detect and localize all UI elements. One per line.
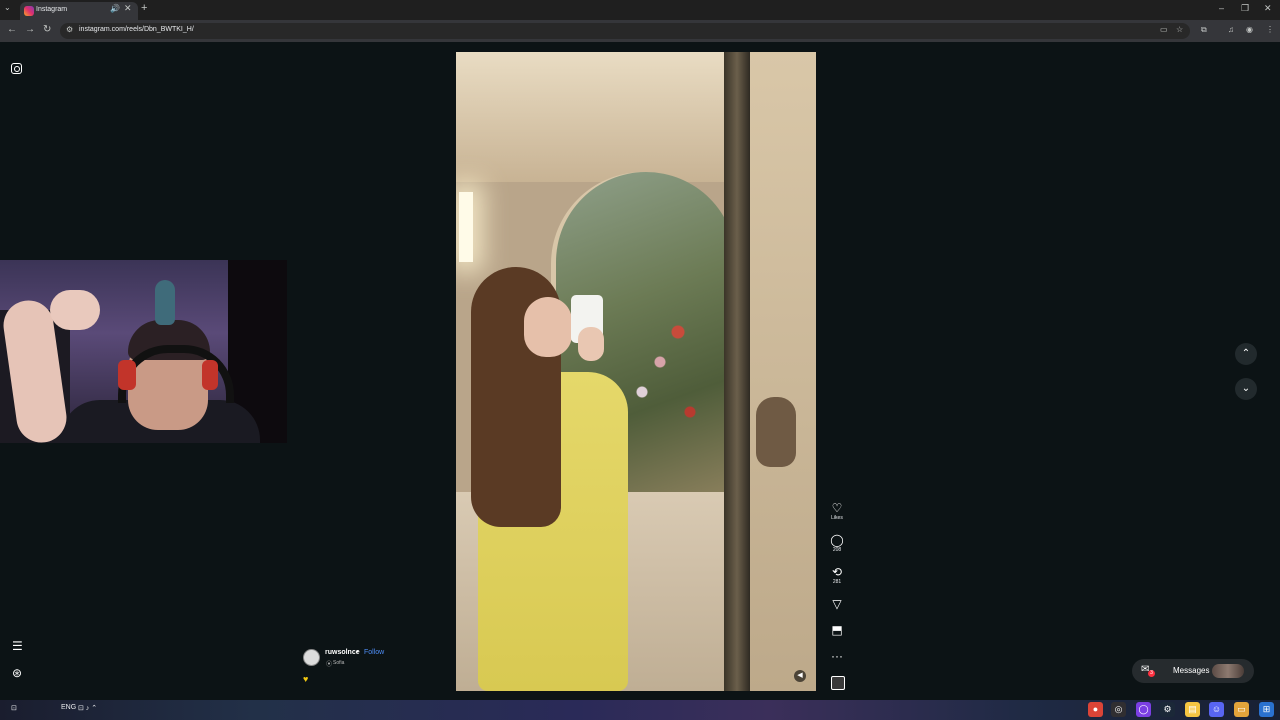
reel-mirror-frame [724, 52, 750, 691]
previous-reel-button[interactable]: ⌃ [1235, 343, 1257, 365]
language-indicator[interactable]: ENG [61, 704, 76, 711]
reel-right-wall [750, 52, 816, 691]
threads-icon[interactable]: ⊛ [12, 666, 22, 680]
bookmark-star-icon[interactable]: ☆ [1176, 25, 1183, 34]
share-button[interactable]: ▽ [826, 598, 848, 611]
reel-wall-lamp [459, 192, 473, 262]
extensions-icon[interactable]: ⧉ [1201, 25, 1207, 35]
repost-button[interactable]: ⟲ 281 [826, 565, 848, 586]
explorer-taskbar-icon[interactable]: ▤ [1185, 702, 1200, 717]
messages-badge: 3 [1148, 670, 1155, 677]
steam-taskbar-icon[interactable]: ⚙ [1160, 702, 1175, 717]
minimize-button[interactable]: – [1219, 3, 1224, 13]
notification-icon[interactable]: ⊡ [11, 704, 17, 712]
speaker-icon[interactable]: 🔊 [110, 4, 120, 13]
webcam-hand [50, 290, 100, 330]
reload-button[interactable]: ↻ [43, 24, 51, 35]
files-taskbar-icon[interactable]: ▭ [1234, 702, 1249, 717]
ellipsis-icon: ··· [831, 649, 843, 663]
heart-icon: ♡ [831, 501, 843, 515]
save-button[interactable]: ⬒ [826, 624, 848, 637]
send-icon: ▽ [832, 597, 842, 611]
headset-earcup-left [118, 360, 136, 390]
tab-search-button[interactable]: ⌄ [4, 3, 11, 12]
next-reel-button[interactable]: ⌄ [1235, 378, 1257, 400]
reposts-count: 281 [832, 579, 842, 585]
author-separator: • [356, 649, 359, 656]
obs-taskbar-icon[interactable]: ◎ [1111, 702, 1126, 717]
comment-icon: ◯ [830, 533, 844, 547]
restore-button[interactable]: ❐ [1241, 3, 1249, 14]
reel-vase [756, 397, 796, 467]
forward-button[interactable]: → [25, 24, 35, 35]
new-tab-button[interactable]: + [141, 2, 147, 14]
reel-face [524, 297, 572, 357]
browser-toolbar: ← → ↻ ⚙ instagram.com/reels/Dbn_BWTKI_H/… [0, 20, 1280, 42]
like-button[interactable]: ♡ Likes [826, 501, 848, 522]
repost-icon: ⟲ [831, 565, 843, 579]
twitch-taskbar-icon[interactable]: ◯ [1136, 702, 1151, 717]
tab-instagram[interactable]: Instagram 🔊 ✕ [20, 2, 138, 20]
mute-icon[interactable]: ◀ [794, 670, 806, 682]
close-window-button[interactable]: ✕ [1264, 3, 1272, 14]
discord-taskbar-icon[interactable]: ☺ [1209, 702, 1224, 717]
bookmark-icon: ⬒ [831, 623, 843, 637]
media-control-icon[interactable]: ♫ [1228, 25, 1234, 34]
original-audio-thumbnail[interactable] [831, 676, 845, 690]
address-bar[interactable]: ⚙ instagram.com/reels/Dbn_BWTKI_H/ ▭ ☆ [60, 23, 1190, 39]
browser-tab-strip: ⌄ Instagram 🔊 ✕ + – ❐ ✕ [0, 0, 1280, 20]
chrome-taskbar-icon[interactable]: ● [1088, 702, 1103, 717]
cast-icon[interactable]: ▭ [1160, 25, 1168, 34]
windows-start-icon[interactable]: ⊞ [1259, 702, 1274, 717]
browser-menu-icon[interactable]: ⋮ [1266, 25, 1274, 34]
more-menu-icon[interactable]: ☰ [12, 639, 23, 653]
messages-label: Messages [1173, 666, 1210, 675]
comments-count: 208 [832, 547, 842, 553]
tray-icons[interactable]: ⊡ ♪ ⌃ [78, 704, 97, 712]
tab-close-button[interactable]: ✕ [124, 3, 132, 14]
tab-title: Instagram [36, 6, 68, 13]
back-button[interactable]: ← [7, 24, 17, 35]
reel-video[interactable]: ◀ [456, 52, 816, 691]
webcam-parrot [155, 280, 175, 325]
headset-earcup-right [202, 360, 218, 390]
location-link[interactable]: Sofia [333, 660, 344, 666]
webcam-overlay [0, 260, 287, 443]
url-text[interactable]: instagram.com/reels/Dbn_BWTKI_H/ [79, 26, 194, 33]
site-info-icon[interactable]: ⚙ [66, 25, 73, 34]
comment-button[interactable]: ◯ 208 [826, 533, 848, 554]
likes-label: Likes [831, 515, 843, 521]
windows-taskbar: ⊡ ENG ⊡ ♪ ⌃ ● ◎ ◯ ⚙ ▤ ☺ ▭ ⊞ [0, 700, 1280, 720]
location-pin-icon: ⦿ [326, 662, 333, 668]
author-avatar[interactable] [303, 649, 320, 666]
caption-heart-icon: ♥ [303, 674, 309, 684]
profile-icon[interactable]: ◉ [1246, 25, 1253, 34]
instagram-icon[interactable] [11, 63, 22, 74]
instagram-favicon-icon [24, 6, 34, 16]
message-avatars [1212, 664, 1244, 678]
author-username[interactable]: ruwsolnce [325, 649, 360, 656]
follow-button[interactable]: Follow [364, 649, 384, 656]
reel-hand [578, 327, 604, 361]
more-options-button[interactable]: ··· [826, 650, 848, 663]
messages-button[interactable]: ✉ 3 Messages [1132, 659, 1254, 683]
